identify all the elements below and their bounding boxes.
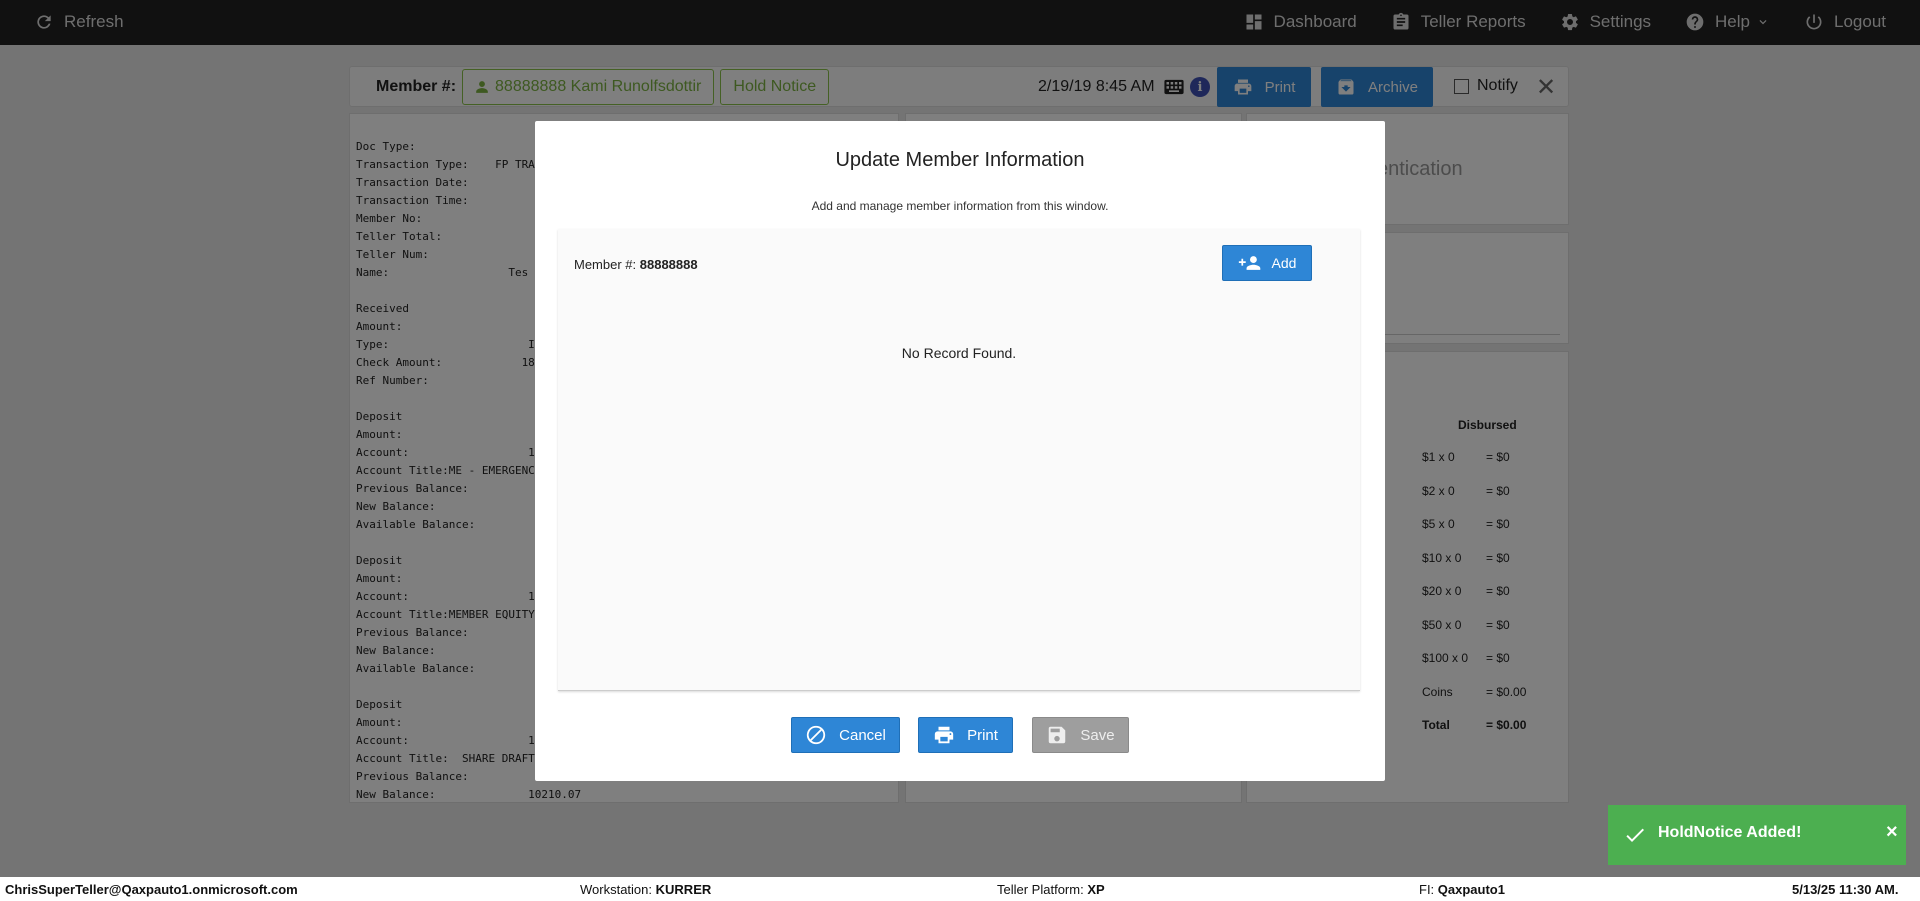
checkmark-icon xyxy=(1626,828,1644,842)
empty-state-message: No Record Found. xyxy=(901,345,1017,361)
footer-platform-label: Teller Platform: xyxy=(997,882,1084,897)
printer-icon xyxy=(934,726,954,744)
footer-fi-label: FI: xyxy=(1419,882,1435,897)
add-person-icon xyxy=(1238,256,1260,270)
dialog-member-label: Member #: xyxy=(574,257,637,272)
footer-workstation-value: KURRER xyxy=(655,882,712,897)
footer-platform: Teller Platform: XP xyxy=(997,882,1105,897)
save-button-label: Save xyxy=(1080,726,1115,744)
save-button[interactable]: Save xyxy=(1032,717,1129,753)
footer-workstation-label: Workstation: xyxy=(580,882,653,897)
dialog-member-value: 88888888 xyxy=(639,257,698,272)
add-button-label: Add xyxy=(1271,255,1297,271)
toast-message: HoldNotice Added! xyxy=(1658,824,1802,841)
footer-user-value: ChrisSuperTeller@Qaxpauto1.onmicrosoft.c… xyxy=(5,882,298,897)
dialog-body: Member #: 88888888 Add No Record Found. xyxy=(558,229,1360,691)
dialog-print-button[interactable]: Print xyxy=(918,717,1013,753)
footer-platform-value: XP xyxy=(1087,882,1105,897)
update-member-dialog: Update Member Information Add and manage… xyxy=(535,121,1385,781)
cancel-button-label: Cancel xyxy=(839,726,886,744)
footer-fi: FI: Qaxpauto1 xyxy=(1419,882,1505,897)
dialog-print-label: Print xyxy=(967,726,998,744)
dialog-member-number: Member #: 88888888 xyxy=(574,257,698,272)
footer-datetime: 5/13/25 11:30 AM. xyxy=(1792,882,1898,897)
dialog-subtitle: Add and manage member information from t… xyxy=(811,199,1109,213)
footer-datetime-value: 5/13/25 11:30 AM. xyxy=(1792,882,1899,897)
success-toast: HoldNotice Added! × xyxy=(1608,805,1906,865)
footer-user: ChrisSuperTeller@Qaxpauto1.onmicrosoft.c… xyxy=(5,882,298,897)
footer-workstation: Workstation: KURRER xyxy=(580,882,711,897)
cancel-button[interactable]: Cancel xyxy=(791,717,900,753)
toast-close-icon[interactable]: × xyxy=(1886,821,1898,844)
footer-fi-value: Qaxpauto1 xyxy=(1437,882,1505,897)
block-icon xyxy=(806,725,826,745)
save-icon xyxy=(1049,726,1066,744)
add-member-button[interactable]: Add xyxy=(1222,245,1312,281)
dialog-title: Update Member Information xyxy=(835,149,1085,171)
status-footer: ChrisSuperTeller@Qaxpauto1.onmicrosoft.c… xyxy=(0,877,1920,901)
